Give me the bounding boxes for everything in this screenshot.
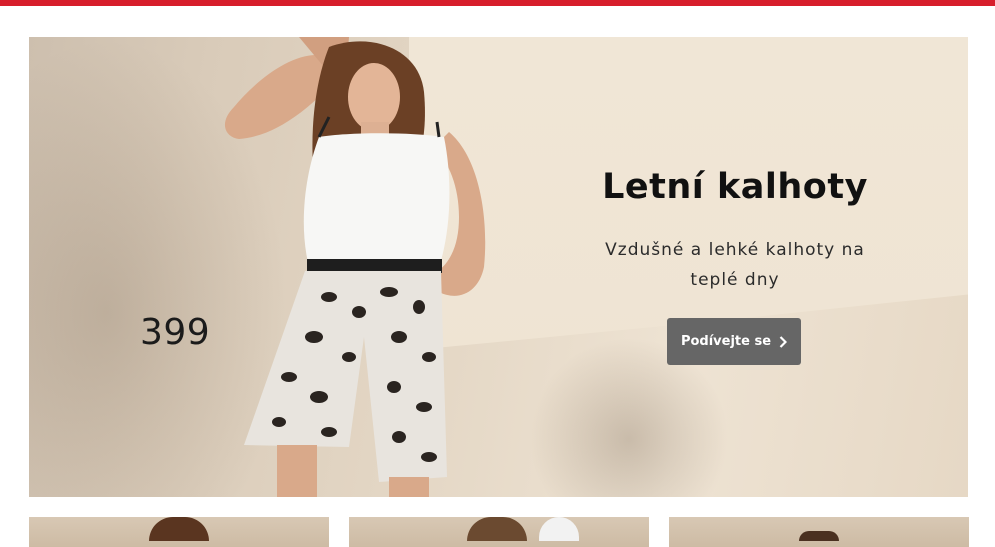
promo-text-block: Letní kalhoty Vzdušné a lehké kalhoty na…: [575, 167, 895, 295]
view-button-label: Podívejte se: [680, 334, 772, 349]
product-tile-2[interactable]: [349, 517, 649, 547]
view-button[interactable]: Podívejte se: [667, 318, 801, 365]
product-tile-3[interactable]: [669, 517, 969, 547]
product-tile-1[interactable]: [29, 517, 329, 547]
product-tile-image: [467, 517, 527, 541]
top-accent-bar: [0, 0, 995, 6]
product-tile-image: [149, 517, 209, 541]
chevron-right-icon: [779, 335, 788, 348]
promo-title: Letní kalhoty: [602, 167, 868, 207]
price-label: 399: [140, 312, 211, 353]
promo-subtitle: Vzdušné a lehké kalhoty na teplé dny: [605, 240, 865, 290]
product-tile-image: [799, 531, 839, 541]
product-tile-image-hat: [539, 517, 579, 541]
hero-banner[interactable]: 399 Letní kalhoty Vzdušné a lehké kalhot…: [29, 37, 968, 497]
